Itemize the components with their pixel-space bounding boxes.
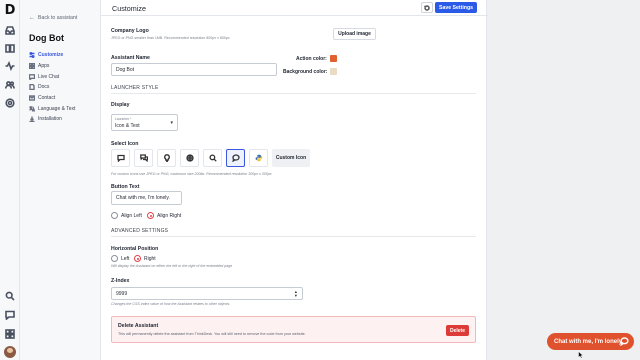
icon-rail: D [0,0,20,360]
action-color-swatch[interactable] [329,55,337,62]
sidebar-item-contact[interactable]: Contact [29,93,75,104]
book-icon[interactable] [4,42,16,54]
search-icon[interactable] [4,290,16,302]
position-left-radio[interactable] [111,255,118,262]
python-icon [255,154,262,162]
chat-round-icon [620,337,629,347]
chevron-down-icon: ▾ [170,120,173,126]
chat-round-icon [231,154,240,162]
bot-icon[interactable] [4,97,16,109]
chat-bubbles-icon-option[interactable] [134,149,153,167]
z-index-hint: Changes the CSS index value of how the A… [111,302,231,306]
assistant-title: Dog Bot [29,33,64,43]
chat-bubbles-icon [139,154,148,162]
language-icon [29,106,35,112]
sidebar-item-live-chat[interactable]: Live Chat [29,71,75,82]
sidebar-item-apps[interactable]: Apps [29,61,75,72]
company-logo-label: Company Logo [111,28,149,34]
sidebar-item-customize[interactable]: Customize [29,50,75,61]
sidebar-item-docs[interactable]: Docs [29,82,75,93]
divider [111,236,476,237]
action-color-row: Action color: [296,55,337,62]
user-avatar[interactable] [4,346,16,358]
back-to-assistant-link[interactable]: ← Back to assistant [29,15,77,21]
sidebar-nav: Customize Apps Live Chat Docs Contact La… [29,50,75,125]
assistant-sidebar: ← Back to assistant Dog Bot Customize Ap… [20,0,100,360]
inbox-icon[interactable] [4,24,16,36]
lightbulb-icon-option[interactable] [157,149,176,167]
button-text-label: Button Text [111,184,140,190]
globe-icon [185,154,194,162]
assistant-name-input[interactable]: Dog Bot [111,63,277,76]
chat-bubble-icon-option[interactable] [111,149,130,167]
sidebar-item-installation[interactable]: Installation [29,114,75,125]
align-right-radio[interactable] [147,212,154,219]
apps-icon [29,63,35,70]
delete-assistant-title: Delete Assistant [118,323,159,329]
install-icon [29,116,35,123]
custom-icon-button[interactable]: Custom Icon [272,149,310,167]
search-icon-option[interactable] [203,149,222,167]
horizontal-position-label: Horizontal Position [111,246,159,252]
icon-options: Custom Icon [111,149,310,167]
custom-icon-hint: For custom icons use JPEG or PNG, maximu… [111,172,272,176]
customize-icon [29,52,35,59]
reset-button[interactable] [421,2,433,13]
advanced-settings-heading: ADVANCED SETTINGS [111,228,169,234]
app-logo[interactable]: D [3,3,17,18]
assistant-name-label: Assistant Name [111,55,150,61]
position-hint: Will display the Assistant on either the… [111,264,233,268]
launcher-display-select[interactable]: Launcher * Icon & Text ▾ [111,114,178,131]
upload-image-button[interactable]: Upload image [333,28,376,40]
chat-icon[interactable] [4,309,16,321]
position-right-radio[interactable] [134,255,141,262]
lightbulb-icon [163,154,170,162]
users-icon[interactable] [4,79,16,91]
page-title: Customize [112,4,146,13]
align-left-option[interactable]: Align Left [111,212,142,219]
search-icon [208,154,217,162]
globe-icon-option[interactable] [180,149,199,167]
launcher-style-heading: LAUNCHER STYLE [111,85,159,91]
position-right-option[interactable]: Right [134,255,156,262]
select-icon-label: Select Icon [111,141,139,147]
stepper-icon[interactable]: ▴ ▾ [295,289,297,298]
save-settings-button[interactable]: Save Settings [435,2,477,13]
mouse-cursor-icon [578,351,584,359]
position-left-option[interactable]: Left [111,255,129,262]
background-color-row: Background color: [283,68,338,75]
divider [111,93,476,94]
align-left-radio[interactable] [111,212,118,219]
align-right-option[interactable]: Align Right [147,212,181,219]
sidebar-item-language-text[interactable]: Language & Text [29,103,75,114]
display-label: Display [111,102,130,108]
reset-icon [424,4,430,11]
button-text-input[interactable]: Chat with me, I'm lonely. [111,191,182,205]
company-logo-hint: JPEG or PNG smaller than 1MB. Recommende… [111,36,230,40]
background-color-swatch[interactable] [330,68,338,75]
python-icon-option[interactable] [249,149,268,167]
contact-icon [29,95,35,101]
panel-header: Customize Save Settings [101,0,488,16]
apps-icon[interactable] [4,328,16,340]
chat-round-icon-option[interactable] [226,149,245,167]
delete-assistant-panel: Delete Assistant This will permanently d… [111,316,476,343]
z-index-input[interactable]: 9999 ▴ ▾ [111,287,303,300]
delete-button[interactable]: Delete [446,325,469,336]
chat-launcher-bubble[interactable]: Chat with me, I'm lonely. [547,333,634,350]
delete-assistant-description: This will permanently delete the assista… [118,332,306,336]
activity-icon[interactable] [4,60,16,72]
chat-icon [29,73,35,80]
z-index-label: Z-Index [111,278,130,284]
customize-panel: Customize Save Settings [100,0,488,360]
chat-bubble-icon [116,154,125,162]
doc-icon [29,84,35,91]
arrow-left-icon: ← [29,15,35,21]
